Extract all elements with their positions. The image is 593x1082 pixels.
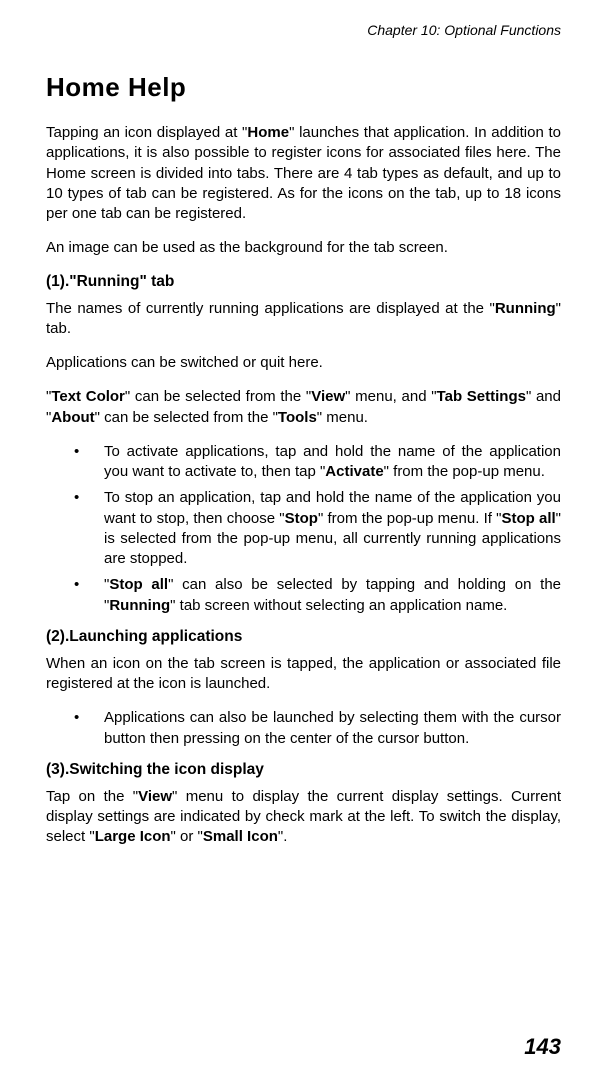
text: ".	[278, 828, 288, 845]
bullet-list-launching: Applications can also be launched by sel…	[46, 708, 561, 749]
page-number: 143	[524, 1034, 561, 1060]
paragraph-intro: Tapping an icon displayed at "Home" laun…	[46, 123, 561, 224]
list-item: To stop an application, tap and hold the…	[46, 488, 561, 569]
text: " from the pop-up menu. If "	[318, 510, 501, 527]
list-item: "Stop all" can also be selected by tappi…	[46, 575, 561, 616]
text: " from the pop-up menu.	[384, 463, 545, 480]
paragraph-launching: When an icon on the tab screen is tapped…	[46, 654, 561, 695]
paragraph-icon-display: Tap on the "View" menu to display the cu…	[46, 787, 561, 848]
paragraph-running-desc: The names of currently running applicati…	[46, 299, 561, 340]
text: " can be selected from the "	[95, 409, 278, 426]
page-title: Home Help	[46, 72, 561, 103]
section-icon-display: (3).Switching the icon display	[46, 761, 561, 779]
bold-view: View	[311, 388, 345, 405]
section-launching: (2).Launching applications	[46, 628, 561, 646]
bold-stopall2: Stop all	[109, 576, 168, 593]
bold-running: Running	[495, 300, 556, 317]
text: Tapping an icon displayed at "	[46, 124, 247, 141]
bold-about: About	[51, 409, 94, 426]
bullet-list-running: To activate applications, tap and hold t…	[46, 442, 561, 616]
text: " or "	[171, 828, 203, 845]
bold-stop: Stop	[285, 510, 318, 527]
bold-tabsettings: Tab Settings	[437, 388, 526, 405]
bold-activate: Activate	[325, 463, 383, 480]
list-item: To activate applications, tap and hold t…	[46, 442, 561, 483]
bold-textcolor: Text Color	[51, 388, 125, 405]
bold-view2: View	[138, 788, 172, 805]
bold-stopall: Stop all	[501, 510, 555, 527]
text: " menu, and "	[345, 388, 436, 405]
text: The names of currently running applicati…	[46, 300, 495, 317]
paragraph-bgimage: An image can be used as the background f…	[46, 238, 561, 258]
list-item: Applications can also be launched by sel…	[46, 708, 561, 749]
bold-tools: Tools	[278, 409, 317, 426]
text: Tap on the "	[46, 788, 138, 805]
chapter-header: Chapter 10: Optional Functions	[46, 22, 561, 38]
text: " menu.	[317, 409, 368, 426]
bold-smallicon: Small Icon	[203, 828, 278, 845]
text: " tab screen without selecting an applic…	[170, 597, 507, 614]
paragraph-menus: "Text Color" can be selected from the "V…	[46, 387, 561, 428]
bold-running2: Running	[109, 597, 170, 614]
page: Chapter 10: Optional Functions Home Help…	[0, 0, 593, 1082]
section-running-tab: (1)."Running" tab	[46, 273, 561, 291]
paragraph-switch-quit: Applications can be switched or quit her…	[46, 353, 561, 373]
bold-largeicon: Large Icon	[95, 828, 171, 845]
bold-home: Home	[247, 124, 289, 141]
text: " can be selected from the "	[125, 388, 311, 405]
